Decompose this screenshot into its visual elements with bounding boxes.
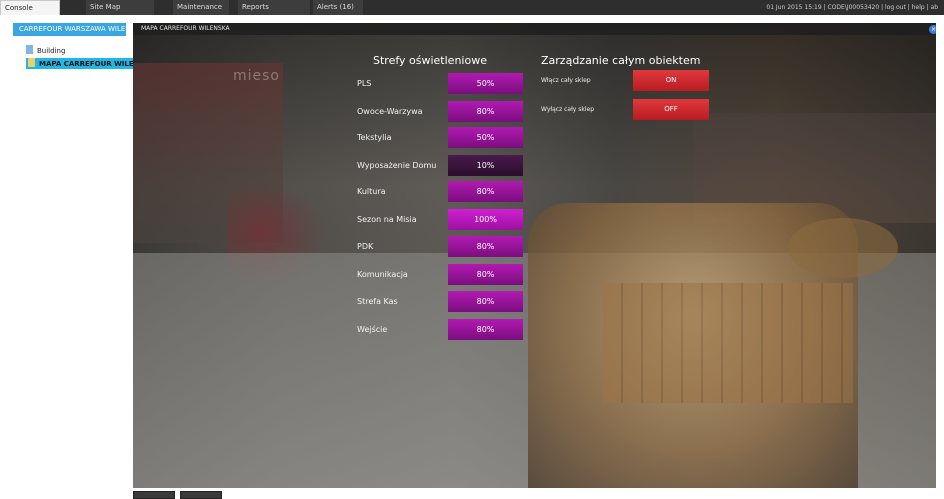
zone-level-button[interactable]: 80% xyxy=(448,236,523,257)
zone-row-tekstylia: Tekstylia 50% xyxy=(357,127,523,148)
tree-item-building[interactable]: Building xyxy=(26,45,65,56)
building-icon xyxy=(26,45,33,54)
zone-row-owoce-warzywa: Owoce-Warzywa 80% xyxy=(357,101,523,122)
all-off-button[interactable]: OFF xyxy=(633,99,709,120)
zone-level-button[interactable]: 80% xyxy=(448,319,523,340)
zone-level-button[interactable]: 50% xyxy=(448,73,523,94)
bottom-action-button[interactable] xyxy=(133,491,175,499)
zone-label: Komunikacja xyxy=(357,270,408,279)
zone-level-button[interactable]: 10% xyxy=(448,155,523,176)
tab-alerts-label: Alerts (16) xyxy=(317,3,354,11)
zone-label: Tekstylia xyxy=(357,133,392,142)
tab-console[interactable]: Console xyxy=(0,0,60,15)
zone-row-pls: PLS 50% xyxy=(357,73,523,94)
zone-row-strefa-kas: Strefa Kas 80% xyxy=(357,291,523,312)
zone-row-pdk: PDK 80% xyxy=(357,236,523,257)
all-on-button[interactable]: ON xyxy=(633,70,709,91)
zone-label: Kultura xyxy=(357,187,386,196)
tab-maintenance-label: Maintenance xyxy=(177,3,223,11)
tab-maintenance[interactable]: Maintenance xyxy=(173,0,229,15)
control-label: Włącz cały sklep xyxy=(541,77,591,84)
top-nav-bar: Console Site Map Maintenance Reports Ale… xyxy=(0,0,944,15)
zone-level-button[interactable]: 80% xyxy=(448,264,523,285)
map-panel: mieso MAPA CARREFOUR WILENSKA × Strefy o… xyxy=(133,23,936,488)
tab-alerts[interactable]: Alerts (16) xyxy=(313,0,363,15)
tab-reports[interactable]: Reports xyxy=(238,0,310,15)
bread-basket-image xyxy=(788,218,898,278)
zone-label: Strefa Kas xyxy=(357,297,398,306)
tab-reports-label: Reports xyxy=(242,3,269,11)
zone-label: Sezon na Misia xyxy=(357,215,417,224)
zone-label: Wejście xyxy=(357,325,388,334)
tab-console-label: Console xyxy=(5,4,33,12)
tree-item-mapa-label: MAPA CARREFOUR WILENSKA xyxy=(39,60,139,68)
tree-item-building-label: Building xyxy=(37,47,66,55)
tab-site-map[interactable]: Site Map xyxy=(86,0,154,15)
zone-level-button[interactable]: 80% xyxy=(448,101,523,122)
zone-level-button[interactable]: 80% xyxy=(448,181,523,202)
zone-label: Owoce-Warzywa xyxy=(357,107,423,116)
zone-level-button[interactable]: 80% xyxy=(448,291,523,312)
lighting-zones-title: Strefy oświetleniowe xyxy=(373,54,487,67)
control-label: Wyłącz cały sklep xyxy=(541,106,595,113)
zone-row-wyposazenie-domu: Wyposażenie Domu 10% xyxy=(357,155,523,176)
bottom-action-button[interactable] xyxy=(180,491,222,499)
zone-label: Wyposażenie Domu xyxy=(357,161,437,170)
close-icon[interactable]: × xyxy=(929,25,936,34)
tab-site-map-label: Site Map xyxy=(90,3,121,11)
bakery-crate-image xyxy=(603,283,853,403)
session-status[interactable]: 01 Jun 2015 15:19 | CODE\J00053420 | log… xyxy=(766,0,938,15)
building-management-title: Zarządzanie całym obiektem xyxy=(541,54,701,67)
store-sign-mieso: mieso xyxy=(233,68,280,84)
zone-level-button[interactable]: 50% xyxy=(448,127,523,148)
zone-label: PLS xyxy=(357,79,372,88)
zone-row-kultura: Kultura 80% xyxy=(357,181,523,202)
zone-level-button[interactable]: 100% xyxy=(448,209,523,230)
map-title-bar: MAPA CARREFOUR WILENSKA xyxy=(133,23,936,35)
control-row-on: Włącz cały sklep ON xyxy=(541,70,711,91)
sidebar-header[interactable]: CARREFOUR WARSZAWA WILENS xyxy=(13,23,126,36)
tree-item-mapa[interactable]: MAPA CARREFOUR WILENSKA xyxy=(26,58,139,69)
map-title: MAPA CARREFOUR WILENSKA xyxy=(141,25,230,32)
map-icon xyxy=(28,58,35,67)
zone-row-wejscie: Wejście 80% xyxy=(357,319,523,340)
control-row-off: Wyłącz cały sklep OFF xyxy=(541,99,711,120)
sidebar: CARREFOUR WARSZAWA WILENS Building MAPA … xyxy=(13,23,139,499)
zone-row-komunikacja: Komunikacja 80% xyxy=(357,264,523,285)
zone-row-sezon-na-misia: Sezon na Misia 100% xyxy=(357,209,523,230)
zone-label: PDK xyxy=(357,242,374,251)
